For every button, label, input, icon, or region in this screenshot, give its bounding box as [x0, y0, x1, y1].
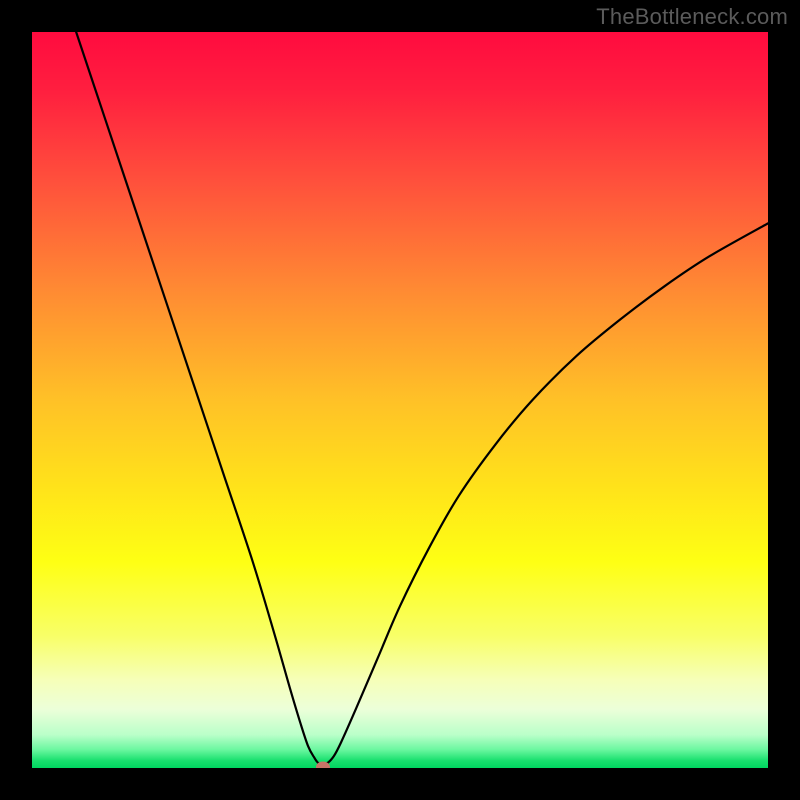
watermark-text: TheBottleneck.com: [596, 4, 788, 30]
curve-layer: [32, 32, 768, 768]
plot-area: [32, 32, 768, 768]
optimal-point-marker: [316, 761, 330, 768]
bottleneck-curve: [76, 32, 768, 764]
